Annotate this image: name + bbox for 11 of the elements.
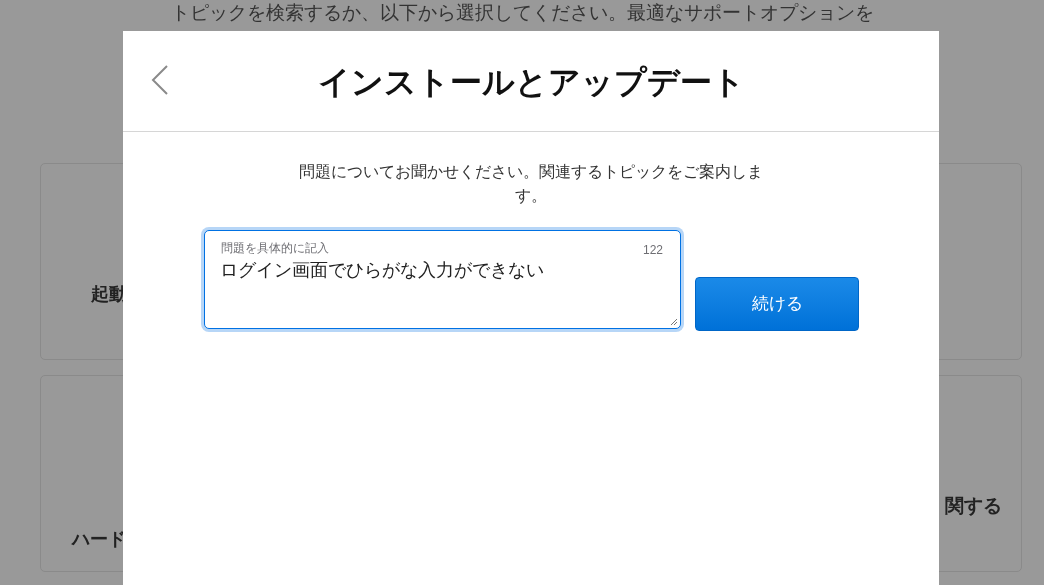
input-field[interactable]: ログイン画面でひらがな入力ができない bbox=[220, 258, 660, 318]
back-button[interactable] bbox=[149, 64, 171, 96]
resize-grip-icon[interactable] bbox=[670, 318, 678, 326]
dialog-title: インストールとアップデート bbox=[317, 63, 745, 102]
continue-button[interactable]: 続ける bbox=[695, 277, 859, 331]
description-field[interactable]: 問題を具体的に記入 122 ログイン画面でひらがな入力ができない bbox=[204, 230, 681, 329]
back-icon bbox=[151, 65, 169, 95]
intro-text: トピックを検索するか、以下から選択してください。最適なサポートオプションを bbox=[170, 1, 874, 25]
dialog-description: 問題についてお聞かせください。関連するトピックをご案内します。 bbox=[298, 162, 764, 206]
field-label: 問題を具体的に記入 bbox=[221, 240, 329, 257]
character-count: 122 bbox=[642, 242, 663, 259]
